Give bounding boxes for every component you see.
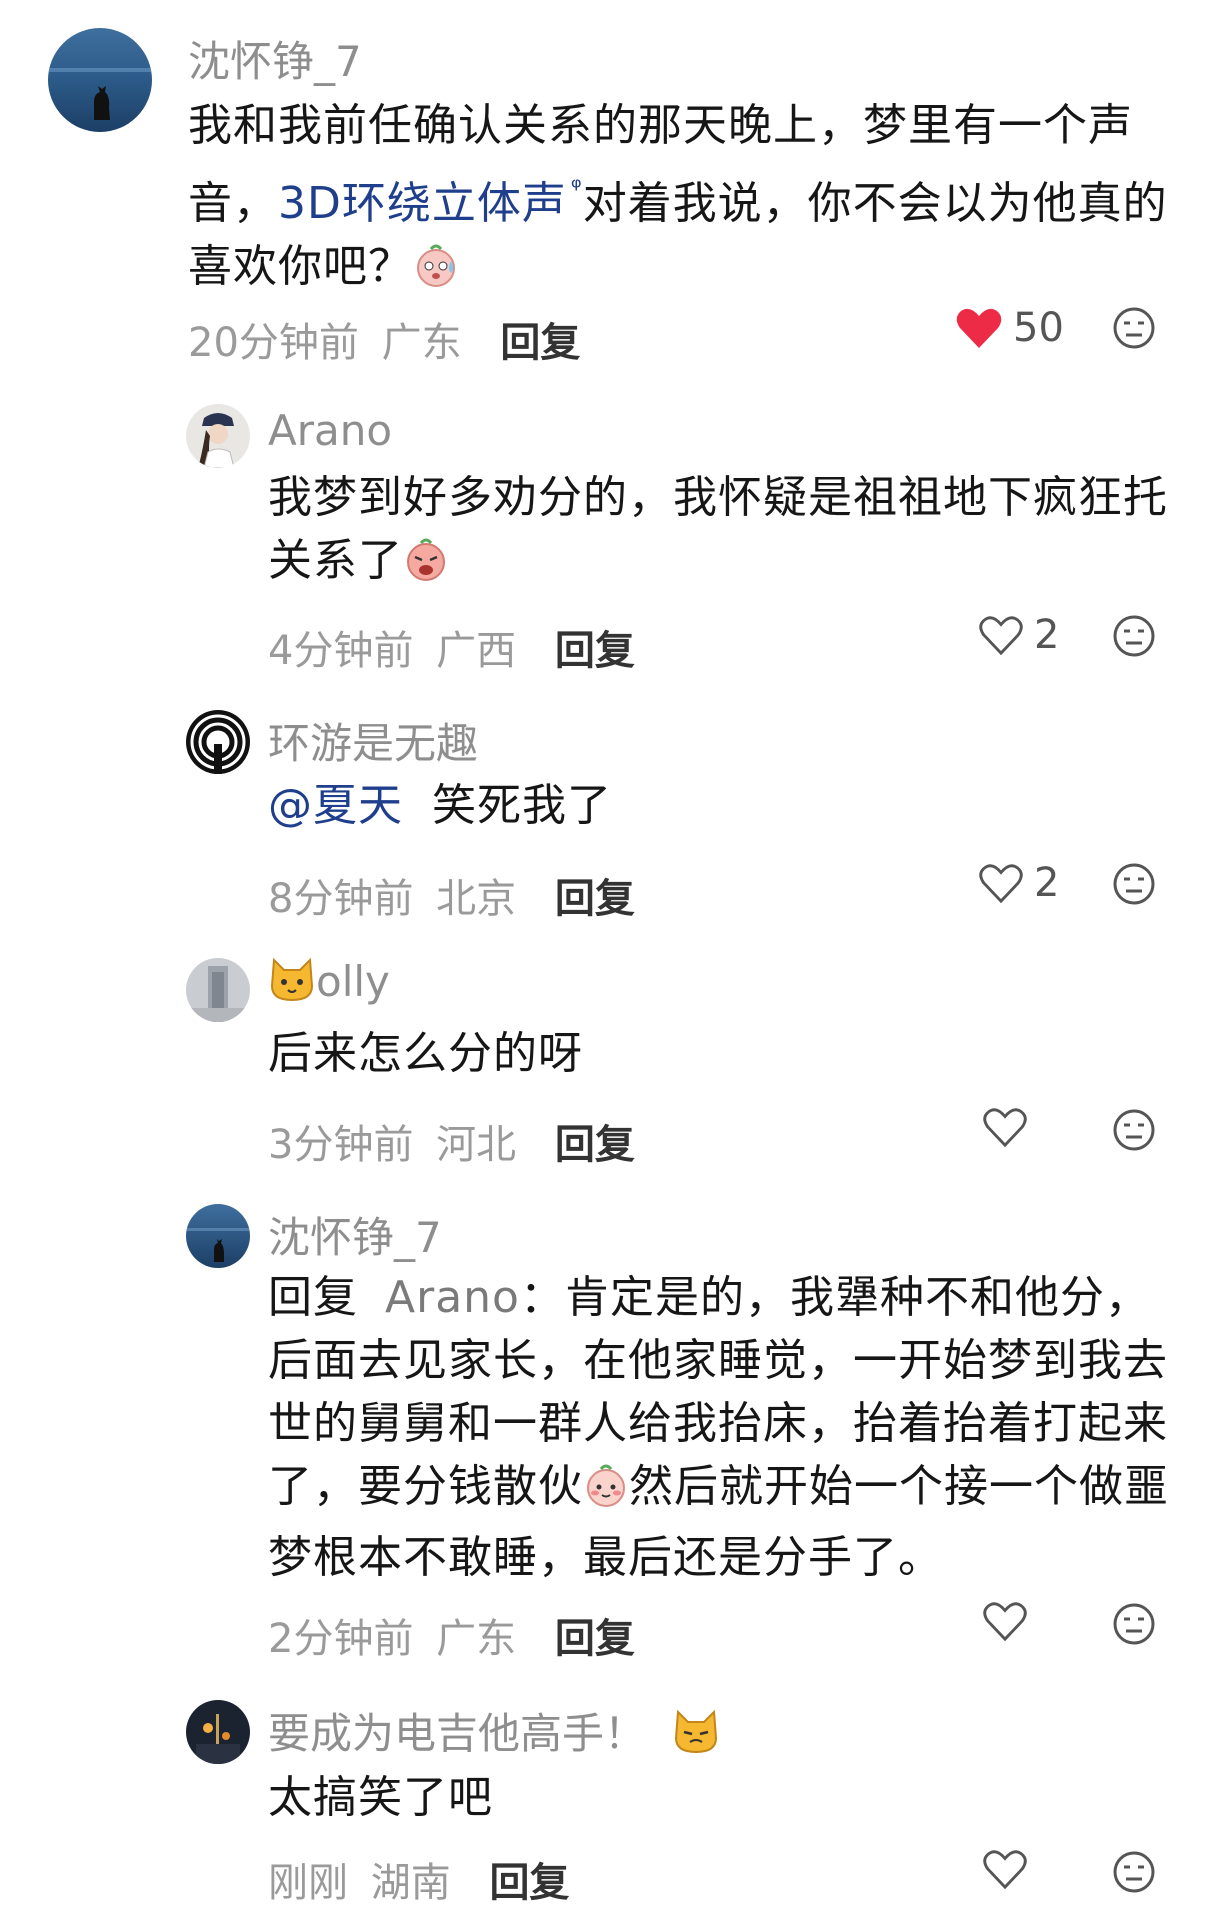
dislike-face-icon: [1113, 1109, 1155, 1151]
timestamp: 3分钟前: [268, 1122, 414, 1168]
timestamp: 20分钟前: [188, 320, 359, 366]
username[interactable]: 沈怀铮_7: [188, 28, 362, 89]
cat-emoji-icon: [672, 1708, 720, 1764]
comment-text: 我和我前任确认关系的那天晚上，梦里有一个声音，3D环绕立体声 ᵠ对着我说，你不会以…: [188, 94, 1188, 306]
like-button[interactable]: 50: [955, 305, 1064, 351]
avatar[interactable]: [186, 1700, 250, 1764]
dislike-button[interactable]: [1112, 306, 1156, 354]
reply-button[interactable]: 回复: [555, 876, 635, 922]
location: 广西: [436, 628, 517, 674]
comment-text: 后来怎么分的呀: [268, 1022, 1168, 1085]
dislike-button[interactable]: [1112, 1108, 1156, 1156]
like-button[interactable]: [982, 1600, 1028, 1642]
dislike-face-icon: [1113, 1851, 1155, 1893]
cry-emoji-icon: [403, 537, 449, 600]
reply-button[interactable]: 回复: [555, 1122, 635, 1168]
dislike-button[interactable]: [1112, 1850, 1156, 1898]
like-button[interactable]: [982, 1106, 1028, 1148]
comment-text-part: 笑死我了: [432, 780, 612, 831]
like-count: 2: [1034, 612, 1060, 658]
username[interactable]: 环游是无趣: [268, 710, 478, 771]
timestamp: 8分钟前: [268, 876, 414, 922]
comment-meta: 刚刚 湖南 回复: [268, 1850, 569, 1908]
avatar[interactable]: [186, 1204, 250, 1268]
dislike-button[interactable]: [1112, 614, 1156, 662]
dislike-button[interactable]: [1112, 1602, 1156, 1650]
comment-meta: 4分钟前 广西 回复: [268, 618, 635, 676]
cat-emoji-icon: [268, 956, 316, 1012]
like-count: 50: [1013, 305, 1064, 351]
username-text: olly: [316, 957, 390, 1006]
avatar[interactable]: [186, 404, 250, 468]
avatar[interactable]: [186, 710, 250, 774]
dislike-face-icon: [1113, 615, 1155, 657]
comment-meta: 2分钟前 广东 回复: [268, 1606, 635, 1664]
like-button[interactable]: 2: [978, 612, 1059, 658]
like-count: 2: [1034, 860, 1060, 906]
username[interactable]: olly: [268, 956, 390, 1012]
timestamp: 2分钟前: [268, 1616, 414, 1662]
heart-icon: [956, 308, 1002, 348]
dislike-face-icon: [1113, 1603, 1155, 1645]
dislike-face-icon: [1113, 307, 1155, 349]
reply-prefix: 回复: [268, 1272, 358, 1323]
username[interactable]: Arano: [268, 406, 392, 455]
username[interactable]: 要成为电吉他高手！: [268, 1700, 720, 1764]
heart-icon: [983, 1108, 1027, 1148]
heart-icon: [979, 616, 1023, 656]
comment-text-part: 后来怎么分的呀: [268, 1028, 583, 1079]
comment-text: 回复 Arano：肯定是的，我犟种不和他分，后面去见家长，在他家睡觉，一开始梦到…: [268, 1266, 1188, 1589]
heart-icon: [983, 1850, 1027, 1890]
reply-button[interactable]: 回复: [555, 1616, 635, 1662]
comment-text: 我梦到好多劝分的，我怀疑是祖祖地下疯狂托关系了: [268, 466, 1168, 600]
like-button[interactable]: [982, 1848, 1028, 1890]
search-icon[interactable]: ᵠ: [571, 173, 583, 203]
reply-to-user[interactable]: Arano: [385, 1272, 520, 1323]
reply-button[interactable]: 回复: [500, 320, 580, 366]
search-link[interactable]: 3D环绕立体声: [278, 178, 567, 229]
mention-link[interactable]: @夏天: [268, 780, 403, 831]
username[interactable]: 沈怀铮_7: [268, 1204, 442, 1265]
shy-emoji-icon: [583, 1463, 629, 1526]
location: 广东: [436, 1616, 517, 1662]
location: 湖南: [370, 1860, 451, 1906]
avatar[interactable]: [48, 28, 152, 132]
comment-meta: 20分钟前 广东 回复: [188, 310, 580, 368]
reply-button[interactable]: 回复: [489, 1860, 569, 1906]
heart-icon: [979, 864, 1023, 904]
comment-text: @夏天 笑死我了: [268, 774, 1168, 837]
location: 北京: [436, 876, 517, 922]
timestamp: 4分钟前: [268, 628, 414, 674]
heart-icon: [983, 1602, 1027, 1642]
location: 广东: [381, 320, 462, 366]
comment-text-part: 太搞笑了吧: [268, 1772, 493, 1823]
comment-meta: 3分钟前 河北 回复: [268, 1112, 635, 1170]
location: 河北: [436, 1122, 517, 1168]
username-text: 要成为电吉他高手！: [268, 1709, 647, 1758]
dislike-face-icon: [1113, 863, 1155, 905]
timestamp: 刚刚: [268, 1860, 348, 1906]
reply-button[interactable]: 回复: [555, 628, 635, 674]
avatar[interactable]: [186, 958, 250, 1022]
comment-text: 太搞笑了吧: [268, 1766, 1168, 1829]
comment-meta: 8分钟前 北京 回复: [268, 866, 635, 924]
like-button[interactable]: 2: [978, 860, 1059, 906]
sweat-emoji-icon: [413, 243, 459, 306]
dislike-button[interactable]: [1112, 862, 1156, 910]
